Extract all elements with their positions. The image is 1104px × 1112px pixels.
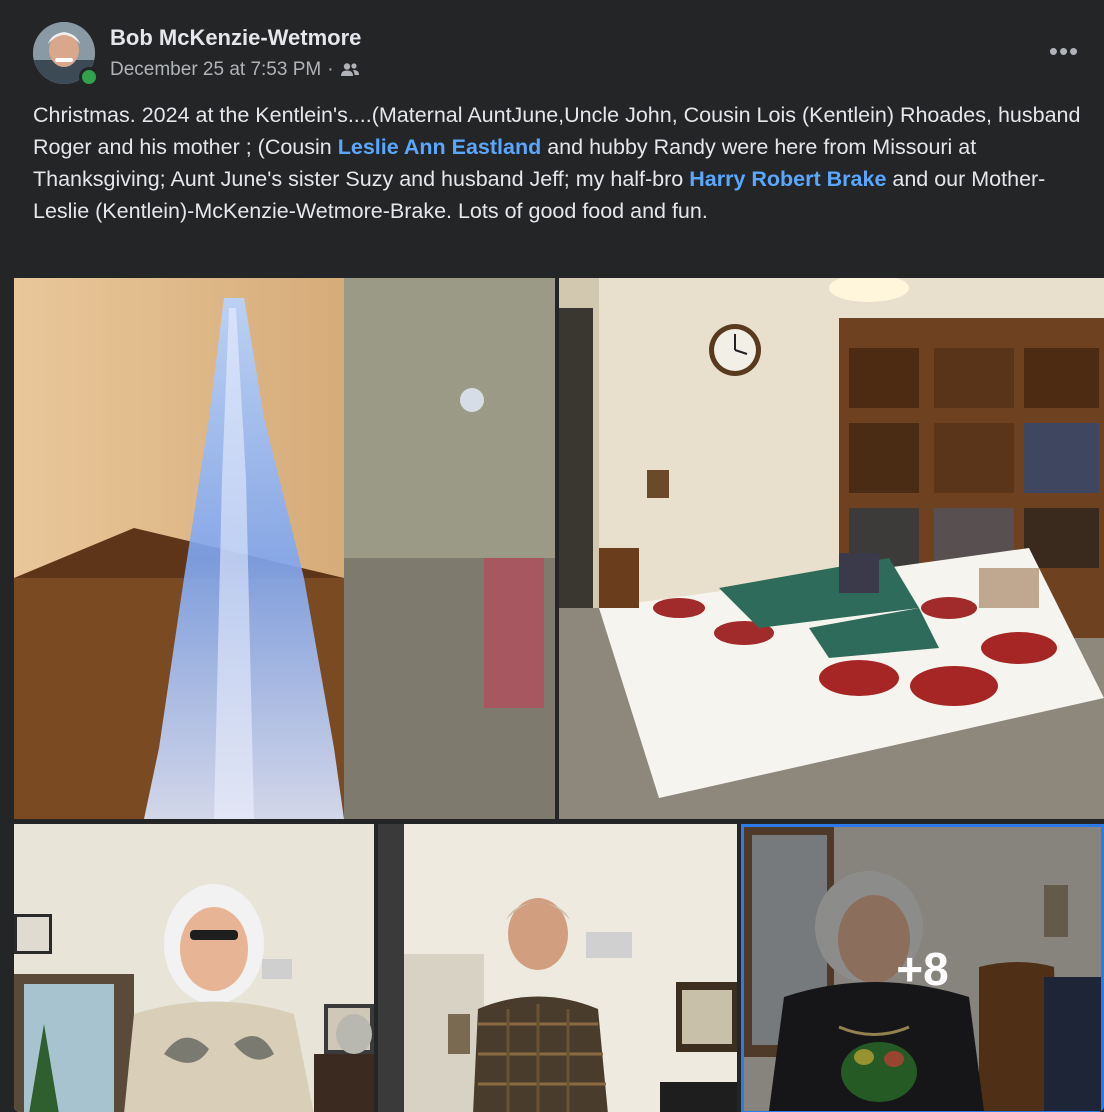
more-photos-count: +8 <box>896 943 949 995</box>
online-status-indicator <box>79 67 99 87</box>
post-text: Christmas. 2024 at the Kentlein's....(Ma… <box>33 99 1083 227</box>
more-horizontal-icon: ••• <box>1048 35 1080 66</box>
friends-icon[interactable] <box>340 62 360 78</box>
photo-man-plaid-shirt[interactable] <box>378 824 737 1112</box>
more-options-button[interactable]: ••• <box>1046 33 1082 69</box>
photo-glass-christmas-tree[interactable] <box>14 278 555 819</box>
more-photos-overlay[interactable]: +8 <box>744 827 1101 1111</box>
post-header: Bob McKenzie-Wetmore December 25 at 7:53… <box>14 3 1104 93</box>
mention-link[interactable]: Harry Robert Brake <box>689 167 886 191</box>
photo-woman-laughing[interactable] <box>14 824 374 1112</box>
mention-link[interactable]: Leslie Ann Eastland <box>338 135 542 159</box>
photo-dining-table[interactable] <box>559 278 1104 819</box>
post-meta: December 25 at 7:53 PM · <box>110 59 360 81</box>
meta-separator: · <box>327 59 334 80</box>
post-timestamp[interactable]: December 25 at 7:53 PM <box>110 59 321 81</box>
author-name[interactable]: Bob McKenzie-Wetmore <box>110 25 361 51</box>
photo-more-photos-tile[interactable]: +8 <box>741 824 1104 1112</box>
post-card: Bob McKenzie-Wetmore December 25 at 7:53… <box>14 3 1104 1112</box>
